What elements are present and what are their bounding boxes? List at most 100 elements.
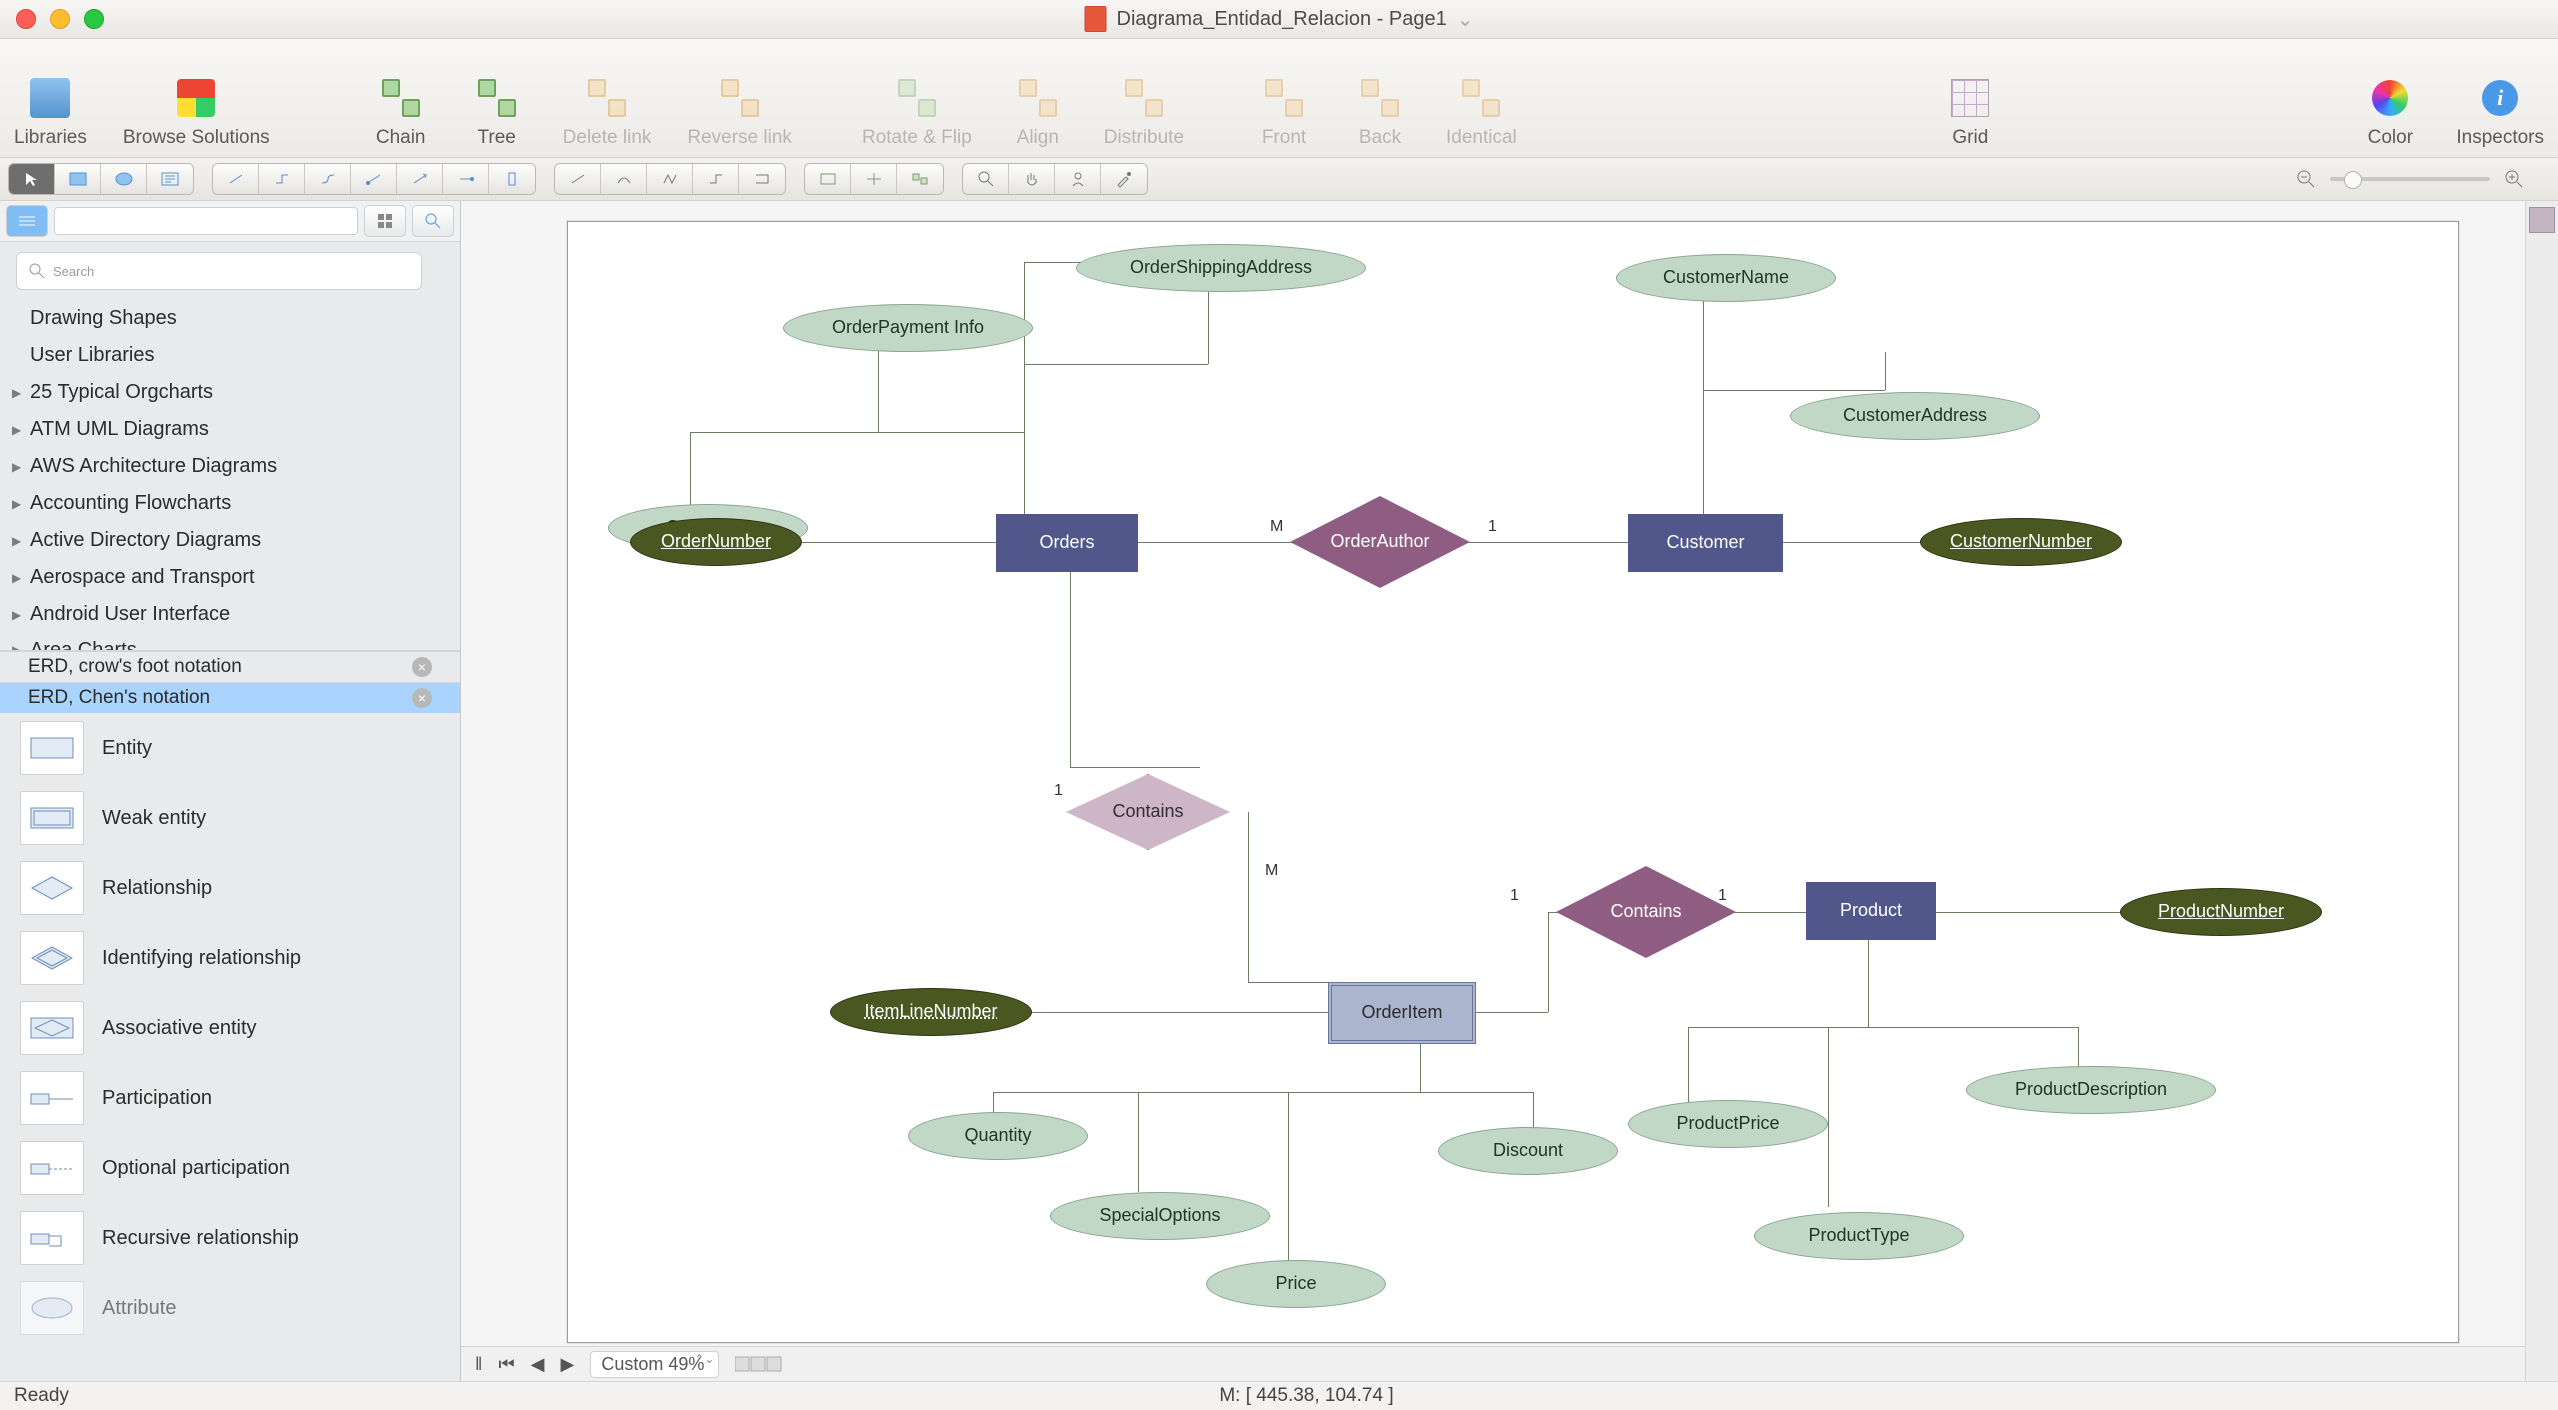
chevron-down-icon[interactable]: ⌄ <box>1457 7 1474 32</box>
browse-solutions-button[interactable]: Browse Solutions <box>123 75 270 149</box>
attr-ordershipping[interactable]: OrderShippingAddress <box>1076 244 1366 292</box>
minimize-window-icon[interactable] <box>50 9 70 29</box>
lib-user-libraries[interactable]: User Libraries <box>0 337 460 374</box>
attr-productdesc[interactable]: ProductDescription <box>1966 1066 2216 1114</box>
entity-product[interactable]: Product <box>1806 882 1936 940</box>
zoom-slider-thumb[interactable] <box>2344 171 2362 189</box>
sidebar-filter-input[interactable] <box>54 207 358 235</box>
inspectors-button[interactable]: i Inspectors <box>2456 75 2544 149</box>
pointer-tool[interactable] <box>9 164 55 194</box>
line-tool-2[interactable] <box>601 164 647 194</box>
shape-ident-relationship[interactable]: Identifying relationship <box>0 923 460 993</box>
snap-guides-tool[interactable] <box>851 164 897 194</box>
entity-orders[interactable]: Orders <box>996 514 1138 572</box>
key-itemlinenumber[interactable]: ItemLineNumber <box>830 988 1032 1036</box>
shape-optional-participation[interactable]: Optional participation <box>0 1133 460 1203</box>
lib-item[interactable]: AWS Architecture Diagrams <box>0 448 460 485</box>
rel-contains-2[interactable]: Contains <box>1556 866 1736 958</box>
eyedropper-tool[interactable] <box>1101 164 1147 194</box>
conn-style-6[interactable] <box>443 164 489 194</box>
zoom-window-icon[interactable] <box>84 9 104 29</box>
shape-label: Weak entity <box>102 807 206 830</box>
shape-assoc-entity[interactable]: Associative entity <box>0 993 460 1063</box>
attr-producttype[interactable]: ProductType <box>1754 1212 1964 1260</box>
text-tool[interactable] <box>147 164 193 194</box>
conn-style-4[interactable] <box>351 164 397 194</box>
entity-orderitem[interactable]: OrderItem <box>1328 982 1476 1044</box>
key-customernumber[interactable]: CustomerNumber <box>1920 518 2122 566</box>
attr-specialoptions[interactable]: SpecialOptions <box>1050 1192 1270 1240</box>
pager-prev-icon[interactable]: ◀ <box>531 1354 545 1375</box>
attr-customername[interactable]: CustomerName <box>1616 254 1836 302</box>
search-input[interactable]: Search <box>16 252 422 290</box>
shape-relationship[interactable]: Relationship <box>0 853 460 923</box>
lib-item[interactable]: Area Charts <box>0 633 460 651</box>
grid-button[interactable]: Grid <box>1940 75 2000 149</box>
snap-objects-tool[interactable] <box>897 164 943 194</box>
attr-quantity[interactable]: Quantity <box>908 1112 1088 1160</box>
shape-participation[interactable]: Participation <box>0 1063 460 1133</box>
lib-item[interactable]: Active Directory Diagrams <box>0 522 460 559</box>
attr-productprice[interactable]: ProductPrice <box>1628 1100 1828 1148</box>
shape-weak-entity[interactable]: Weak entity <box>0 783 460 853</box>
pager-collapse-icon[interactable]: ‖ <box>475 1354 482 1375</box>
rel-contains-1[interactable]: Contains <box>1066 774 1230 850</box>
chain-button[interactable]: Chain <box>371 75 431 149</box>
libraries-panel-button[interactable] <box>6 205 48 237</box>
rel-orderauthor[interactable]: OrderAuthor <box>1290 496 1470 588</box>
line-tool-4[interactable] <box>693 164 739 194</box>
page-thumbnails-icon[interactable] <box>735 1355 795 1373</box>
lib-item[interactable]: Aerospace and Transport <box>0 559 460 596</box>
conn-style-5[interactable] <box>397 164 443 194</box>
lib-item[interactable]: ATM UML Diagrams <box>0 411 460 448</box>
tab-erd-crows[interactable]: ERD, crow's foot notation × <box>0 651 460 682</box>
snap-grid-tool[interactable] <box>805 164 851 194</box>
shape-entity[interactable]: Entity <box>0 713 460 783</box>
entity-customer[interactable]: Customer <box>1628 514 1783 572</box>
line-tool-1[interactable] <box>555 164 601 194</box>
shape-recursive-relationship[interactable]: Recursive relationship <box>0 1203 460 1273</box>
sidebar-grid-view-button[interactable] <box>364 205 406 237</box>
conn-style-2[interactable] <box>259 164 305 194</box>
tab-erd-chen[interactable]: ERD, Chen's notation × <box>0 682 460 713</box>
conn-style-1[interactable] <box>213 164 259 194</box>
color-button[interactable]: Color <box>2360 75 2420 149</box>
key-ordernumber[interactable]: OrderNumber <box>630 518 802 566</box>
shape-attribute[interactable]: Attribute <box>0 1273 460 1343</box>
document-title[interactable]: Diagrama_Entidad_Relacion - Page1 ⌄ <box>1085 6 1474 32</box>
hand-tool[interactable] <box>1009 164 1055 194</box>
close-icon[interactable]: × <box>412 657 432 677</box>
inspector-tab-icon[interactable] <box>2529 207 2555 233</box>
attr-orderpayment[interactable]: OrderPayment Info <box>783 304 1033 352</box>
lib-item[interactable]: Android User Interface <box>0 596 460 633</box>
inspectors-sidebar[interactable] <box>2525 201 2558 1381</box>
attr-customeraddress[interactable]: CustomerAddress <box>1790 392 2040 440</box>
conn-style-3[interactable] <box>305 164 351 194</box>
zoom-combo[interactable]: Custom 49% <box>590 1351 719 1378</box>
close-window-icon[interactable] <box>16 9 36 29</box>
ellipse-tool[interactable] <box>101 164 147 194</box>
line-tool-3[interactable] <box>647 164 693 194</box>
line-tool-5[interactable] <box>739 164 785 194</box>
zoom-out-button[interactable] <box>2294 167 2318 191</box>
lib-drawing-shapes[interactable]: Drawing Shapes <box>0 300 460 337</box>
close-icon[interactable]: × <box>412 688 432 708</box>
conn-style-7[interactable] <box>489 164 535 194</box>
rect-tool[interactable] <box>55 164 101 194</box>
diagram-page[interactable]: M 1 1 M 1 1 OrderDate OrderPayment Info … <box>567 221 2459 1343</box>
key-productnumber[interactable]: ProductNumber <box>2120 888 2322 936</box>
zoom-slider-track[interactable] <box>2330 177 2490 181</box>
pager-first-icon[interactable]: ⏮ <box>498 1354 514 1375</box>
lib-item[interactable]: 25 Typical Orgcharts <box>0 374 460 411</box>
lib-item[interactable]: Accounting Flowcharts <box>0 485 460 522</box>
presentation-tool[interactable] <box>1055 164 1101 194</box>
attr-price[interactable]: Price <box>1206 1260 1386 1308</box>
attr-discount[interactable]: Discount <box>1438 1127 1618 1175</box>
pager-next-icon[interactable]: ▶ <box>560 1354 574 1375</box>
sidebar-search-button[interactable] <box>412 205 454 237</box>
canvas-scroll[interactable]: M 1 1 M 1 1 OrderDate OrderPayment Info … <box>461 201 2525 1346</box>
tree-button[interactable]: Tree <box>467 75 527 149</box>
zoom-tool[interactable] <box>963 164 1009 194</box>
zoom-in-button[interactable] <box>2502 167 2526 191</box>
libraries-button[interactable]: Libraries <box>14 75 87 149</box>
